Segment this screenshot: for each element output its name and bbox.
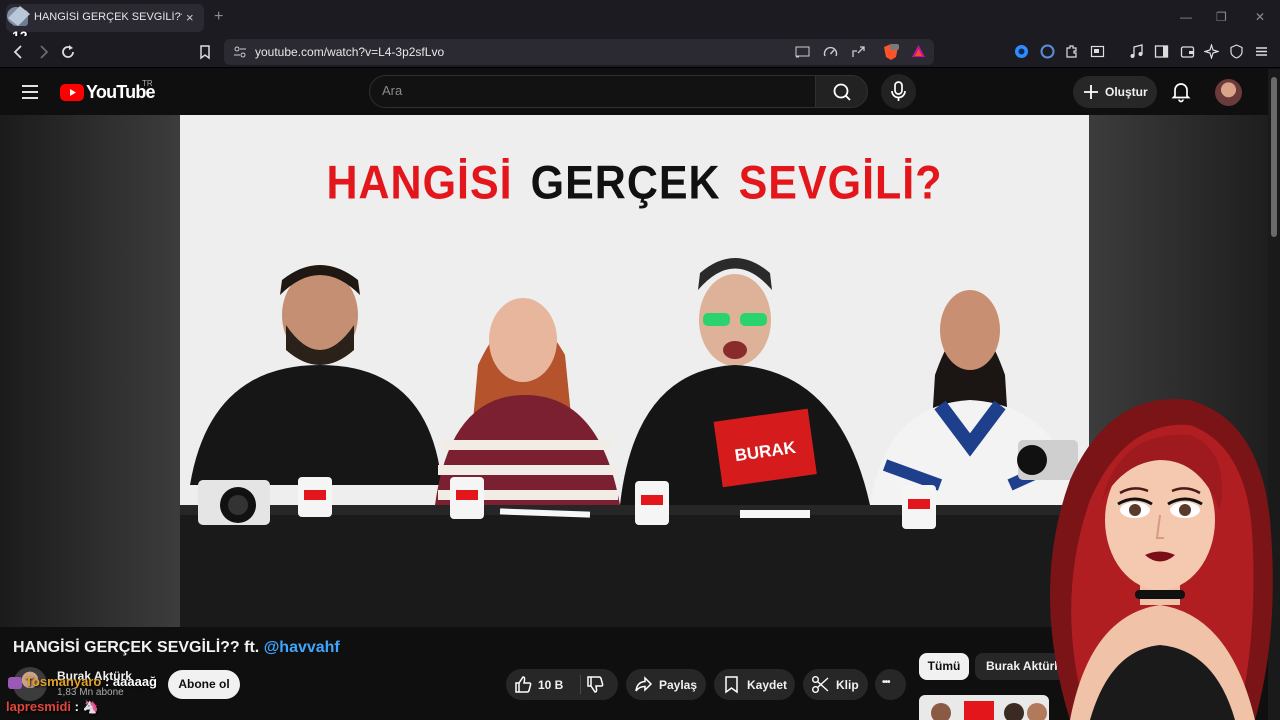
person-2 bbox=[435, 298, 620, 505]
mug-1 bbox=[298, 477, 332, 517]
dislike-icon[interactable] bbox=[586, 675, 605, 694]
more-actions-button[interactable]: ••• bbox=[875, 669, 906, 700]
share-icon[interactable] bbox=[851, 45, 866, 59]
share-label: Paylaş bbox=[659, 678, 698, 692]
extensions-icon[interactable] bbox=[1064, 44, 1079, 59]
video-frame[interactable]: HANGİSİ GERÇEK SEVGİLİ? BURAK bbox=[180, 115, 1089, 627]
like-divider bbox=[580, 675, 581, 694]
search-button[interactable] bbox=[815, 75, 868, 108]
chip-all[interactable]: Tümü bbox=[919, 653, 969, 680]
openai-icon[interactable] bbox=[1014, 44, 1029, 59]
video-scene: BURAK bbox=[180, 258, 1089, 627]
video-title-mention-link[interactable]: @havvahf bbox=[264, 639, 340, 656]
window-restore-button[interactable]: ❐ bbox=[1216, 10, 1227, 24]
create-label: Oluştur bbox=[1105, 85, 1148, 99]
like-count[interactable]: 10 B bbox=[538, 678, 563, 692]
chat-username: Tosmanyaro bbox=[25, 674, 102, 689]
like-dislike-group: 10 B bbox=[506, 669, 618, 700]
scissors-icon bbox=[811, 675, 830, 694]
url-field[interactable]: youtube.com/watch?v=L4-3p2sfLvo bbox=[224, 39, 934, 65]
mug-2 bbox=[450, 477, 484, 519]
plus-icon bbox=[1084, 85, 1098, 99]
person-1 bbox=[190, 265, 442, 485]
share-button[interactable]: Paylaş bbox=[626, 669, 706, 700]
chat-text: aaaaağ bbox=[112, 674, 157, 689]
tab-close-icon[interactable]: × bbox=[186, 10, 194, 25]
browser-toolbar: youtube.com/watch?v=L4-3p2sfLvo bbox=[0, 36, 1280, 68]
search-box[interactable] bbox=[369, 75, 816, 108]
voice-search-button[interactable] bbox=[881, 74, 916, 109]
browser-tab[interactable]: HANGİSİ GERÇEK SEVGİLİ?? ft. @ × bbox=[6, 4, 204, 32]
cast-icon[interactable] bbox=[795, 45, 810, 59]
bookmark-icon[interactable] bbox=[196, 43, 214, 61]
site-settings-icon[interactable] bbox=[233, 45, 247, 59]
clip-button[interactable]: Klip bbox=[803, 669, 868, 700]
youtube-header: YouTube TR Oluştur bbox=[0, 69, 1280, 115]
region-label: TR bbox=[142, 79, 153, 88]
clip-label: Klip bbox=[836, 678, 859, 692]
streamer-avatar-overlay bbox=[1030, 390, 1280, 720]
like-icon[interactable] bbox=[514, 675, 533, 694]
music-icon[interactable] bbox=[1129, 44, 1144, 59]
tab-title: HANGİSİ GERÇEK SEVGİLİ?? ft. @ bbox=[34, 11, 182, 23]
vpn-icon[interactable] bbox=[1229, 44, 1244, 59]
youtube-logo-icon[interactable] bbox=[60, 84, 84, 101]
share-arrow-icon bbox=[634, 675, 653, 694]
camera-left bbox=[198, 480, 270, 525]
thumbnail-title-word-1: HANGİSİ bbox=[326, 156, 513, 210]
mug-4 bbox=[902, 485, 936, 529]
back-icon[interactable] bbox=[10, 43, 28, 61]
subscribe-button[interactable]: Abone ol bbox=[168, 670, 240, 699]
mug-3 bbox=[635, 481, 669, 525]
browser-tab-bar: HANGİSİ GERÇEK SEVGİLİ?? ft. @ × + — ❐ ✕ bbox=[0, 0, 1280, 36]
search-input[interactable] bbox=[382, 83, 802, 98]
mic-icon bbox=[891, 81, 906, 101]
create-button[interactable]: Oluştur bbox=[1073, 76, 1157, 108]
save-bookmark-icon bbox=[722, 675, 741, 694]
table bbox=[180, 510, 1089, 627]
window-minimize-button[interactable]: — bbox=[1180, 10, 1192, 24]
reload-icon[interactable] bbox=[59, 43, 77, 61]
save-label: Kaydet bbox=[747, 678, 788, 692]
url-text: youtube.com/watch?v=L4-3p2sfLvo bbox=[255, 45, 445, 59]
menu-icon[interactable] bbox=[1254, 44, 1269, 59]
brave-shields-icon[interactable] bbox=[882, 43, 900, 61]
chat-message: lapresmidi : 🦄 bbox=[6, 699, 99, 714]
thumbnail-title-word-3: SEVGİLİ? bbox=[738, 156, 943, 210]
forward-icon[interactable] bbox=[34, 43, 52, 61]
leo-icon[interactable] bbox=[1204, 44, 1219, 59]
chat-username: lapresmidi bbox=[6, 699, 72, 714]
tab-icon[interactable] bbox=[1090, 44, 1105, 59]
copilot-icon[interactable] bbox=[1040, 44, 1055, 59]
rewards-icon[interactable] bbox=[911, 44, 926, 59]
hamburger-menu-icon[interactable] bbox=[21, 83, 39, 101]
chat-message: Tosmanyaro : aaaaağ bbox=[8, 674, 157, 689]
red-card: BURAK bbox=[713, 408, 817, 488]
video-title-text: HANGİSİ GERÇEK SEVGİLİ?? ft. bbox=[13, 639, 264, 656]
more-icon: ••• bbox=[882, 677, 890, 688]
thumbnail-title-word-2: GERÇEK bbox=[530, 156, 721, 210]
chat-text: 🦄 bbox=[82, 699, 99, 714]
window-close-button[interactable]: ✕ bbox=[1255, 10, 1265, 24]
sidebar-toggle-icon[interactable] bbox=[1154, 44, 1169, 59]
video-title: HANGİSİ GERÇEK SEVGİLİ?? ft. @havvahf bbox=[13, 639, 340, 657]
notifications-bell-icon[interactable] bbox=[1169, 79, 1193, 103]
thumbnail-title: HANGİSİ GERÇEK SEVGİLİ? bbox=[180, 157, 1089, 211]
new-tab-button[interactable]: + bbox=[214, 8, 223, 26]
wallet-icon[interactable] bbox=[1180, 44, 1195, 59]
save-button[interactable]: Kaydet bbox=[714, 669, 795, 700]
chat-badge-icon bbox=[8, 676, 22, 689]
scrollbar-thumb[interactable] bbox=[1271, 77, 1277, 237]
account-avatar[interactable] bbox=[1215, 79, 1242, 106]
speed-icon[interactable] bbox=[823, 45, 838, 59]
